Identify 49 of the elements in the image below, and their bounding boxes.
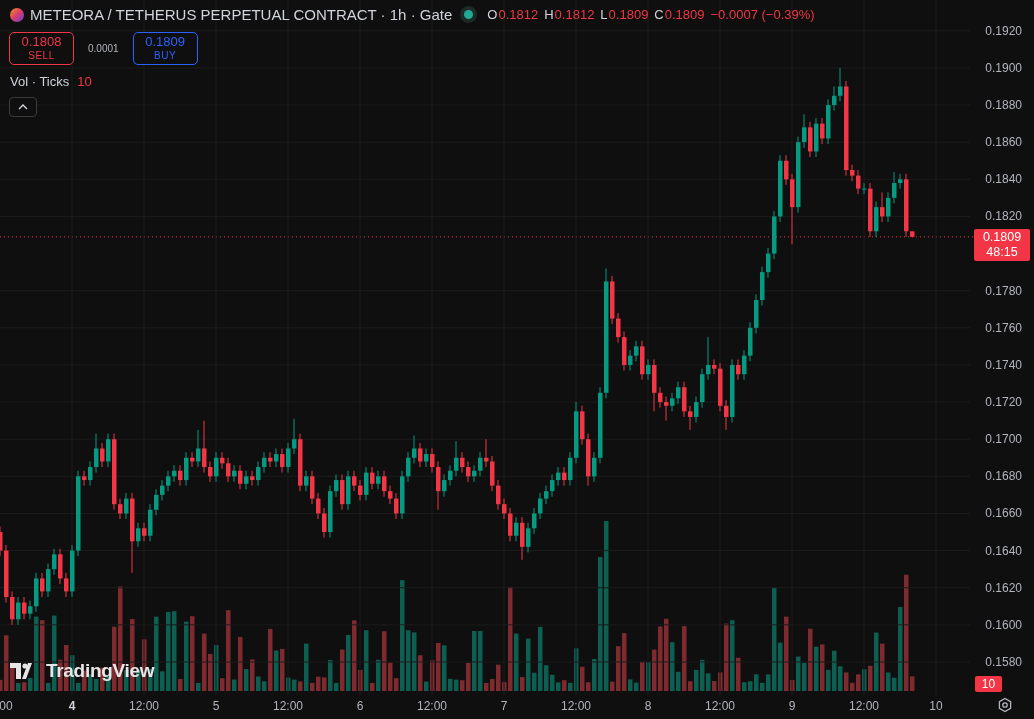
price-axis-label: 0.1600 <box>985 617 1022 632</box>
price-axis-label: 0.1920 <box>985 23 1022 38</box>
ohlc-value: L0.1809 <box>600 7 649 22</box>
time-axis-label: 12:00 <box>417 699 447 713</box>
price-axis-label: 0.1760 <box>985 320 1022 335</box>
ohlc-value: C0.1809 <box>654 7 705 22</box>
price-axis-label: 0.1840 <box>985 172 1022 187</box>
price-axis-label: 0.1700 <box>985 432 1022 447</box>
price-axis-label: 0.1820 <box>985 209 1022 224</box>
sell-button[interactable]: 0.1808 SELL <box>9 32 74 65</box>
spread-value: 0.0001 <box>88 43 119 54</box>
ohlc-value: O0.1812 <box>487 7 539 22</box>
time-axis-label: 7 <box>500 699 508 713</box>
time-axis-label: 12:00 <box>273 699 303 713</box>
time-axis-label: 12:00 <box>561 699 591 713</box>
price-axis-label: 0.1620 <box>985 580 1022 595</box>
time-axis-label: 9 <box>788 699 796 713</box>
price-axis-label: 0.1580 <box>985 654 1022 669</box>
time-axis-label: 10 <box>929 699 943 713</box>
price-axis-label: 0.1880 <box>985 98 1022 113</box>
price-axis-label: 0.1640 <box>985 543 1022 558</box>
time-axis-label: 6 <box>356 699 364 713</box>
buy-button[interactable]: 0.1809 BUY <box>132 32 198 65</box>
time-axis-label: 00 <box>0 699 13 713</box>
time-axis-label: 12:00 <box>849 699 879 713</box>
price-axis-label: 0.1860 <box>985 135 1022 150</box>
time-axis-label: 5 <box>212 699 220 713</box>
time-axis-label: 4 <box>68 699 76 713</box>
last-price: 0.1809 <box>982 230 1022 245</box>
price-axis-label: 0.1780 <box>985 283 1022 298</box>
price-axis-label: 0.1680 <box>985 469 1022 484</box>
symbol-title[interactable]: METEORA / TETHERUS PERPETUAL CONTRACT · 1h · Gate <box>30 6 453 23</box>
volume-tag: 10 <box>975 676 1002 692</box>
price-axis-label: 0.1720 <box>985 395 1022 410</box>
ohlc-value: H0.1812 <box>544 7 595 22</box>
bar-countdown: 48:15 <box>986 245 1018 260</box>
collapse-button[interactable] <box>9 97 37 117</box>
price-axis-label: 0.1660 <box>985 506 1022 521</box>
price-change: −0.0007 (−0.39%) <box>710 7 815 22</box>
time-axis-label: 12:00 <box>129 699 159 713</box>
price-axis-label: 0.1900 <box>985 60 1022 75</box>
settings-icon[interactable] <box>997 697 1013 713</box>
chevron-up-icon <box>18 104 28 110</box>
brand-name: TradingView <box>46 660 155 682</box>
indicator-name[interactable]: Vol · Ticks <box>10 74 70 89</box>
time-axis-label: 8 <box>644 699 652 713</box>
indicator-value: 10 <box>77 74 92 89</box>
time-axis-label: 12:00 <box>705 699 735 713</box>
price-axis-label: 0.1740 <box>985 357 1022 372</box>
